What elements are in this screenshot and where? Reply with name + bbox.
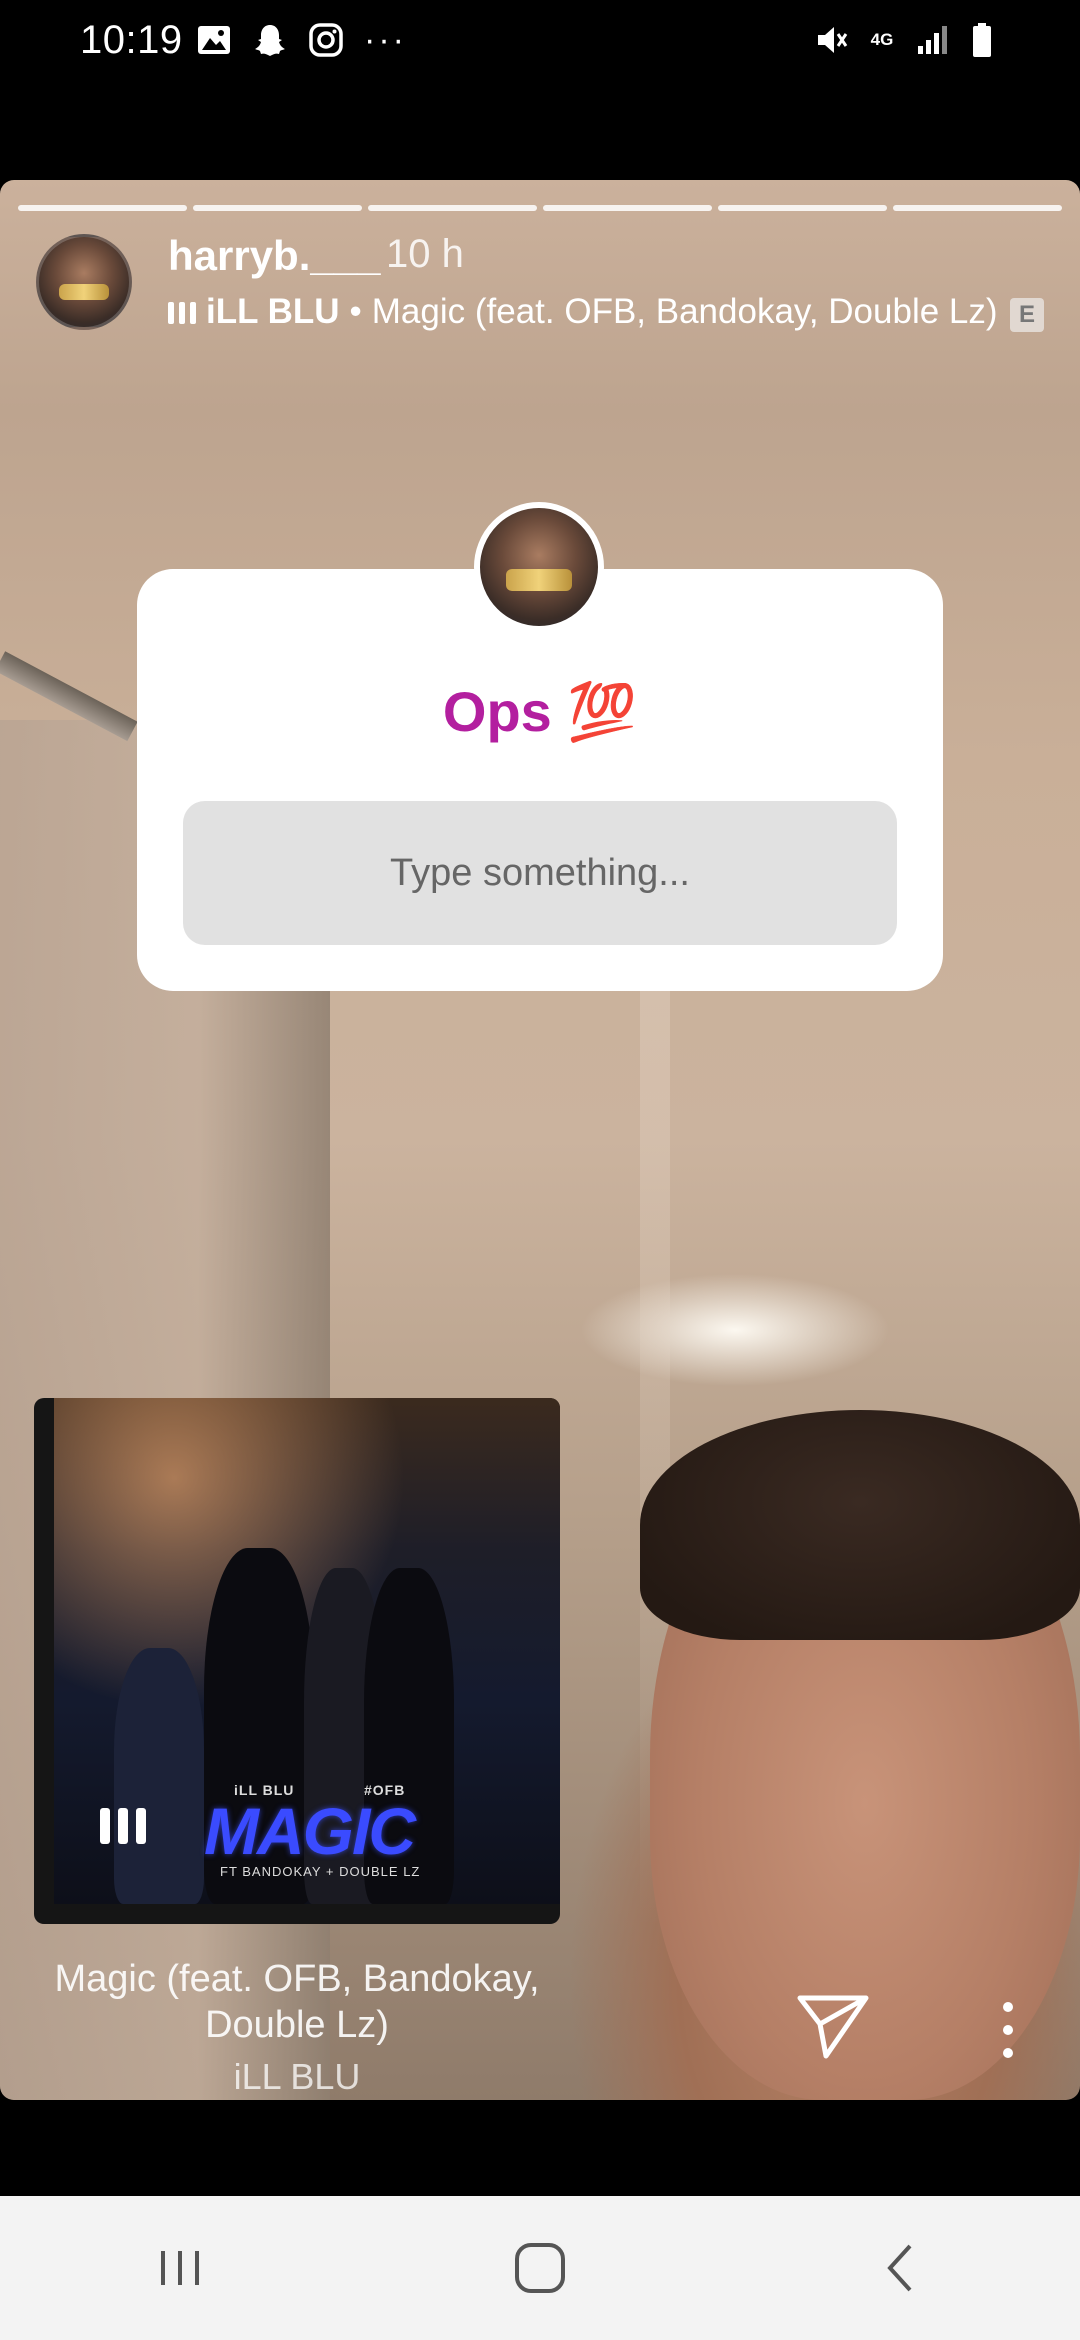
music-bars-icon [168, 300, 196, 324]
sticker-avatar [474, 502, 604, 632]
navigation-bar [0, 2196, 1080, 2340]
battery-icon [964, 22, 1000, 58]
album-feat-text: FT BANDOKAY + DOUBLE LZ [220, 1864, 421, 1879]
home-icon[interactable] [480, 2208, 600, 2328]
recent-apps-icon[interactable] [120, 2208, 240, 2328]
question-answer-input[interactable] [183, 801, 897, 945]
album-title-text: MAGIC [204, 1794, 416, 1868]
music-playing-icon[interactable] [100, 1808, 146, 1844]
snapchat-icon [252, 22, 288, 58]
question-title: Ops 💯 [442, 680, 638, 743]
progress-segment [893, 205, 1062, 211]
signal-icon [914, 22, 950, 58]
username[interactable]: harryb.___ [168, 232, 380, 280]
progress-segment [193, 205, 362, 211]
more-options-icon[interactable] [996, 2002, 1020, 2058]
question-sticker[interactable]: Ops 💯 [137, 569, 943, 991]
status-left-icons: ··· [196, 22, 407, 58]
story-progress-bar [18, 205, 1062, 211]
status-bar: 10:19 ··· 4G [0, 0, 1080, 84]
progress-segment [718, 205, 887, 211]
user-avatar[interactable] [36, 234, 132, 330]
music-attribution[interactable]: iLL BLU • Magic (feat. OFB, Bandokay, Do… [168, 292, 998, 332]
mute-icon [814, 22, 850, 58]
music-sticker-artist: iLL BLU [233, 2056, 361, 2097]
progress-segment [543, 205, 712, 211]
more-icon: ··· [364, 21, 407, 59]
music-track: Magic (feat. OFB, Bandokay, Double Lz) [371, 292, 998, 331]
send-icon[interactable] [796, 1994, 870, 2060]
back-icon[interactable] [840, 2208, 960, 2328]
explicit-badge: E [1010, 298, 1044, 332]
instagram-icon [308, 22, 344, 58]
music-artist: iLL BLU [206, 292, 340, 331]
progress-segment [368, 205, 537, 211]
status-right-icons: 4G [814, 22, 1000, 58]
4g-icon: 4G [870, 30, 894, 49]
screen: 10:19 ··· 4G harryb.___ 10 h iLL BLU • M… [0, 0, 1080, 2340]
music-separator: • [349, 292, 362, 331]
gallery-icon [196, 22, 232, 58]
music-sticker-title: Magic (feat. OFB, Bandokay, Double Lz) [54, 1958, 540, 2046]
person-hair [640, 1410, 1080, 1640]
music-sticker[interactable]: iLL BLU #OFB MAGIC FT BANDOKAY + DOUBLE … [34, 1398, 560, 1924]
post-time: 10 h [386, 232, 464, 276]
status-time: 10:19 [80, 18, 183, 62]
progress-segment [18, 205, 187, 211]
